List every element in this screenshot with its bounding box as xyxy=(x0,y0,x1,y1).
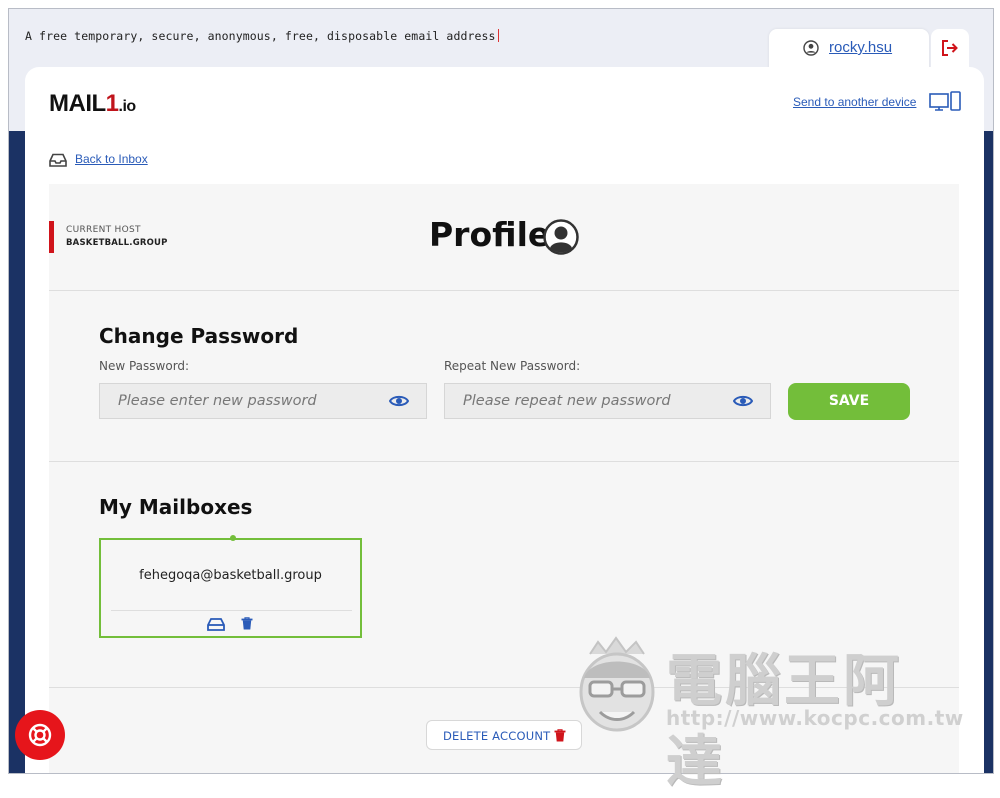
repeat-password-label: Repeat New Password: xyxy=(444,359,581,373)
delete-account-button[interactable]: DELETE ACCOUNT xyxy=(426,720,582,750)
back-to-inbox-link[interactable]: Back to Inbox xyxy=(75,152,148,166)
current-host-value: BASKETBALL.GROUP xyxy=(66,238,168,248)
username-link[interactable]: rocky.hsu xyxy=(829,39,892,56)
repeat-password-field xyxy=(444,383,771,419)
new-password-input[interactable] xyxy=(100,384,426,418)
mailbox-card[interactable]: fehegoqa@basketball.group xyxy=(99,535,362,638)
watermark-url: http://www.kocpc.com.tw xyxy=(666,706,964,730)
trash-icon[interactable] xyxy=(241,617,253,630)
inbox-icon xyxy=(49,153,67,167)
host-indicator xyxy=(49,221,54,253)
divider xyxy=(49,290,959,291)
new-password-label: New Password: xyxy=(99,359,190,373)
divider xyxy=(49,461,959,462)
user-circle-icon xyxy=(543,219,579,255)
logo[interactable]: MAIL1.io xyxy=(49,90,136,118)
text-cursor xyxy=(497,29,499,42)
tagline: A free temporary, secure, anonymous, fre… xyxy=(25,29,499,43)
logout-button[interactable] xyxy=(931,29,969,69)
mailbox-address: fehegoqa@basketball.group xyxy=(139,568,322,583)
eye-icon[interactable] xyxy=(389,394,409,408)
watermark: 電腦王阿達 http://www.kocpc.com.tw xyxy=(570,630,963,795)
my-mailboxes-heading: My Mailboxes xyxy=(99,495,253,519)
delete-account-label: DELETE ACCOUNT xyxy=(443,729,551,743)
repeat-password-input[interactable] xyxy=(445,384,770,418)
user-tab[interactable]: rocky.hsu xyxy=(769,29,929,69)
new-password-field xyxy=(99,383,427,419)
send-to-device-link[interactable]: Send to another device xyxy=(793,95,916,109)
user-circle-icon xyxy=(803,40,819,56)
inbox-icon[interactable] xyxy=(207,618,225,631)
active-indicator xyxy=(230,535,236,541)
current-host-label: CURRENT HOST xyxy=(66,225,141,235)
help-button[interactable] xyxy=(15,710,65,760)
trash-icon xyxy=(554,729,566,742)
change-password-heading: Change Password xyxy=(99,324,299,348)
devices-icon[interactable] xyxy=(929,91,961,113)
eye-icon[interactable] xyxy=(733,394,753,408)
save-button[interactable]: SAVE xyxy=(788,383,910,420)
divider xyxy=(111,610,352,611)
mascot-face-icon xyxy=(579,636,655,732)
lifebuoy-icon xyxy=(28,723,52,747)
page-title: Profile xyxy=(429,215,551,254)
logout-icon xyxy=(942,40,958,56)
